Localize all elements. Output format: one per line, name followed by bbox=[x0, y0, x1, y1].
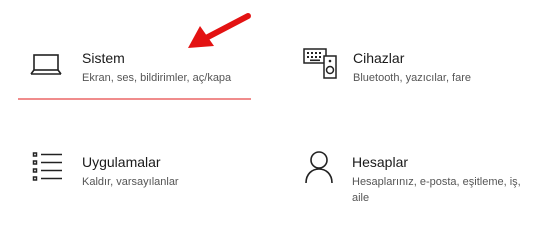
laptop-icon bbox=[30, 54, 62, 75]
tile-apps-title: Uygulamalar bbox=[82, 154, 161, 170]
annotation-arrow-icon bbox=[188, 13, 251, 48]
tile-devices-description: Bluetooth, yazıcılar, fare bbox=[353, 72, 472, 84]
tile-accounts-title: Hesaplar bbox=[352, 154, 409, 170]
tile-accounts[interactable]: Hesaplar Hesaplarınız, e-posta, eşitleme… bbox=[290, 145, 530, 215]
selected-indicator bbox=[18, 98, 251, 100]
tile-apps[interactable]: Uygulamalar Kaldır, varsayılanlar bbox=[18, 145, 253, 207]
tile-accounts-description: Hesaplarınız, e-posta, eşitleme, iş, ail… bbox=[352, 176, 521, 204]
tile-devices-title: Cihazlar bbox=[353, 50, 405, 66]
tile-system-description: Ekran, ses, bildirimler, aç/kapa bbox=[82, 72, 232, 84]
settings-home: Sistem Ekran, ses, bildirimler, aç/kapa … bbox=[0, 0, 551, 243]
person-icon bbox=[305, 151, 333, 184]
tile-system-title: Sistem bbox=[82, 50, 125, 66]
tile-devices[interactable]: Cihazlar Bluetooth, yazıcılar, fare bbox=[290, 40, 530, 102]
tile-apps-description: Kaldır, varsayılanlar bbox=[82, 176, 179, 188]
apps-list-icon bbox=[32, 152, 62, 181]
devices-icon bbox=[303, 48, 337, 79]
